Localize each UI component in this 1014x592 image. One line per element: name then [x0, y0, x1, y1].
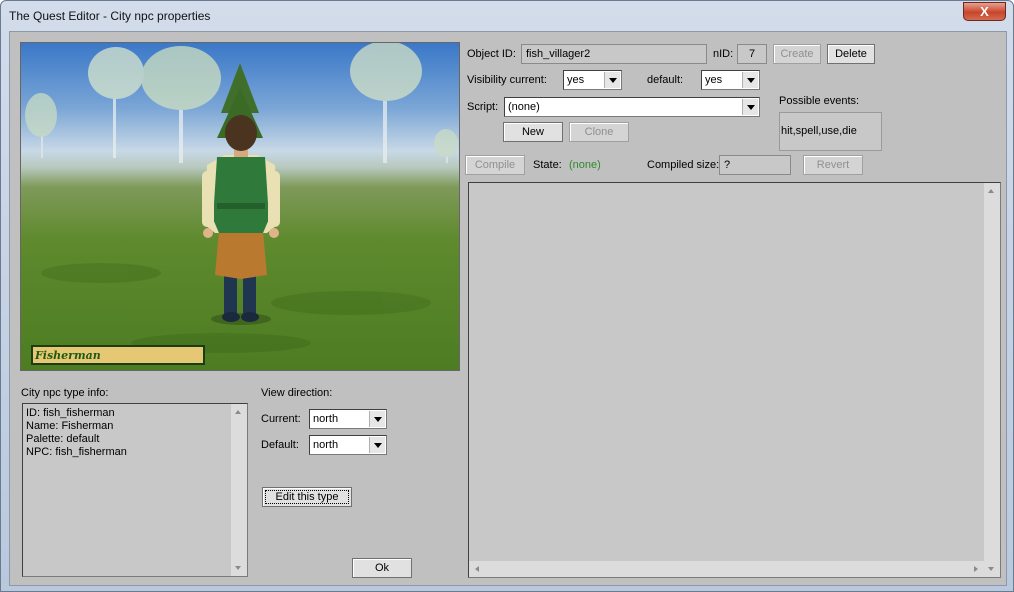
scroll-right-icon[interactable]: [974, 566, 978, 572]
state-label: State:: [533, 159, 562, 171]
chevron-down-icon[interactable]: [369, 437, 385, 453]
possible-events-box: hit,spell,use,die: [779, 112, 882, 151]
visibility-current-label: Visibility current:: [467, 74, 547, 86]
visibility-default-value: yes: [705, 74, 723, 86]
type-info-box[interactable]: ID: fish_fisherman Name: Fisherman Palet…: [22, 403, 248, 577]
scroll-down-icon[interactable]: [235, 566, 241, 570]
npc-preview-image: Fisherman: [20, 42, 460, 371]
view-current-value: north: [313, 413, 339, 425]
edit-type-button[interactable]: Edit this type: [262, 487, 352, 507]
scroll-left-icon[interactable]: [475, 566, 479, 572]
compile-button[interactable]: Compile: [465, 155, 525, 175]
scroll-down-icon[interactable]: [988, 567, 994, 571]
fisherman-figure: [202, 115, 280, 325]
type-info-line: NPC: fish_fisherman: [26, 446, 127, 458]
chevron-down-icon[interactable]: [742, 72, 758, 88]
clone-script-button[interactable]: Clone: [569, 122, 629, 142]
type-info-line: ID: fish_fisherman: [26, 407, 115, 419]
script-editor-hscrollbar[interactable]: [469, 561, 984, 577]
view-default-select[interactable]: north: [309, 435, 387, 455]
title-bar[interactable]: The Quest Editor - City npc properties X: [1, 1, 1013, 31]
nid-label: nID:: [713, 48, 734, 60]
view-direction-label: View direction:: [261, 387, 333, 399]
state-value: (none): [569, 159, 601, 171]
view-default-value: north: [313, 439, 339, 451]
object-id-label: Object ID:: [467, 48, 516, 60]
editor-window: The Quest Editor - City npc properties X: [0, 0, 1014, 592]
chevron-down-icon[interactable]: [742, 99, 758, 115]
compiled-size-field: ?: [719, 155, 791, 175]
type-info-vscrollbar[interactable]: [231, 404, 247, 576]
new-script-button[interactable]: New: [503, 122, 563, 142]
scroll-up-icon[interactable]: [988, 189, 994, 193]
script-editor-vscrollbar[interactable]: [984, 183, 1000, 577]
window-title: The Quest Editor - City npc properties: [9, 9, 211, 23]
possible-events-label: Possible events:: [779, 95, 860, 107]
create-button[interactable]: Create: [773, 44, 821, 64]
npc-name-bar: Fisherman: [31, 345, 205, 365]
script-select[interactable]: (none): [504, 97, 760, 117]
close-button[interactable]: X: [963, 2, 1006, 21]
type-info-line: Name: Fisherman: [26, 420, 114, 432]
nid-field[interactable]: 7: [737, 44, 767, 64]
script-editor[interactable]: [468, 182, 1001, 578]
scroll-up-icon[interactable]: [235, 410, 241, 414]
visibility-current-select[interactable]: yes: [563, 70, 622, 90]
scene-illustration: [25, 43, 458, 353]
object-id-field[interactable]: fish_villager2: [521, 44, 707, 64]
npc-name: Fisherman: [35, 349, 101, 362]
visibility-current-value: yes: [567, 74, 585, 86]
chevron-down-icon[interactable]: [604, 72, 620, 88]
visibility-default-label: default:: [647, 74, 684, 86]
script-value: (none): [508, 101, 540, 113]
view-current-select[interactable]: north: [309, 409, 387, 429]
ok-button[interactable]: Ok: [352, 558, 412, 578]
delete-button[interactable]: Delete: [827, 44, 875, 64]
view-current-label: Current:: [261, 413, 301, 425]
type-info-label: City npc type info:: [21, 387, 109, 399]
dialog-body: Fisherman Object ID: fish_villager2 nID:…: [9, 31, 1007, 586]
script-label: Script:: [467, 101, 499, 113]
type-info-line: Palette: default: [26, 433, 100, 445]
chevron-down-icon[interactable]: [369, 411, 385, 427]
visibility-default-select[interactable]: yes: [701, 70, 760, 90]
compiled-size-label: Compiled size:: [647, 159, 720, 171]
view-default-label: Default:: [261, 439, 299, 451]
revert-button[interactable]: Revert: [803, 155, 863, 175]
